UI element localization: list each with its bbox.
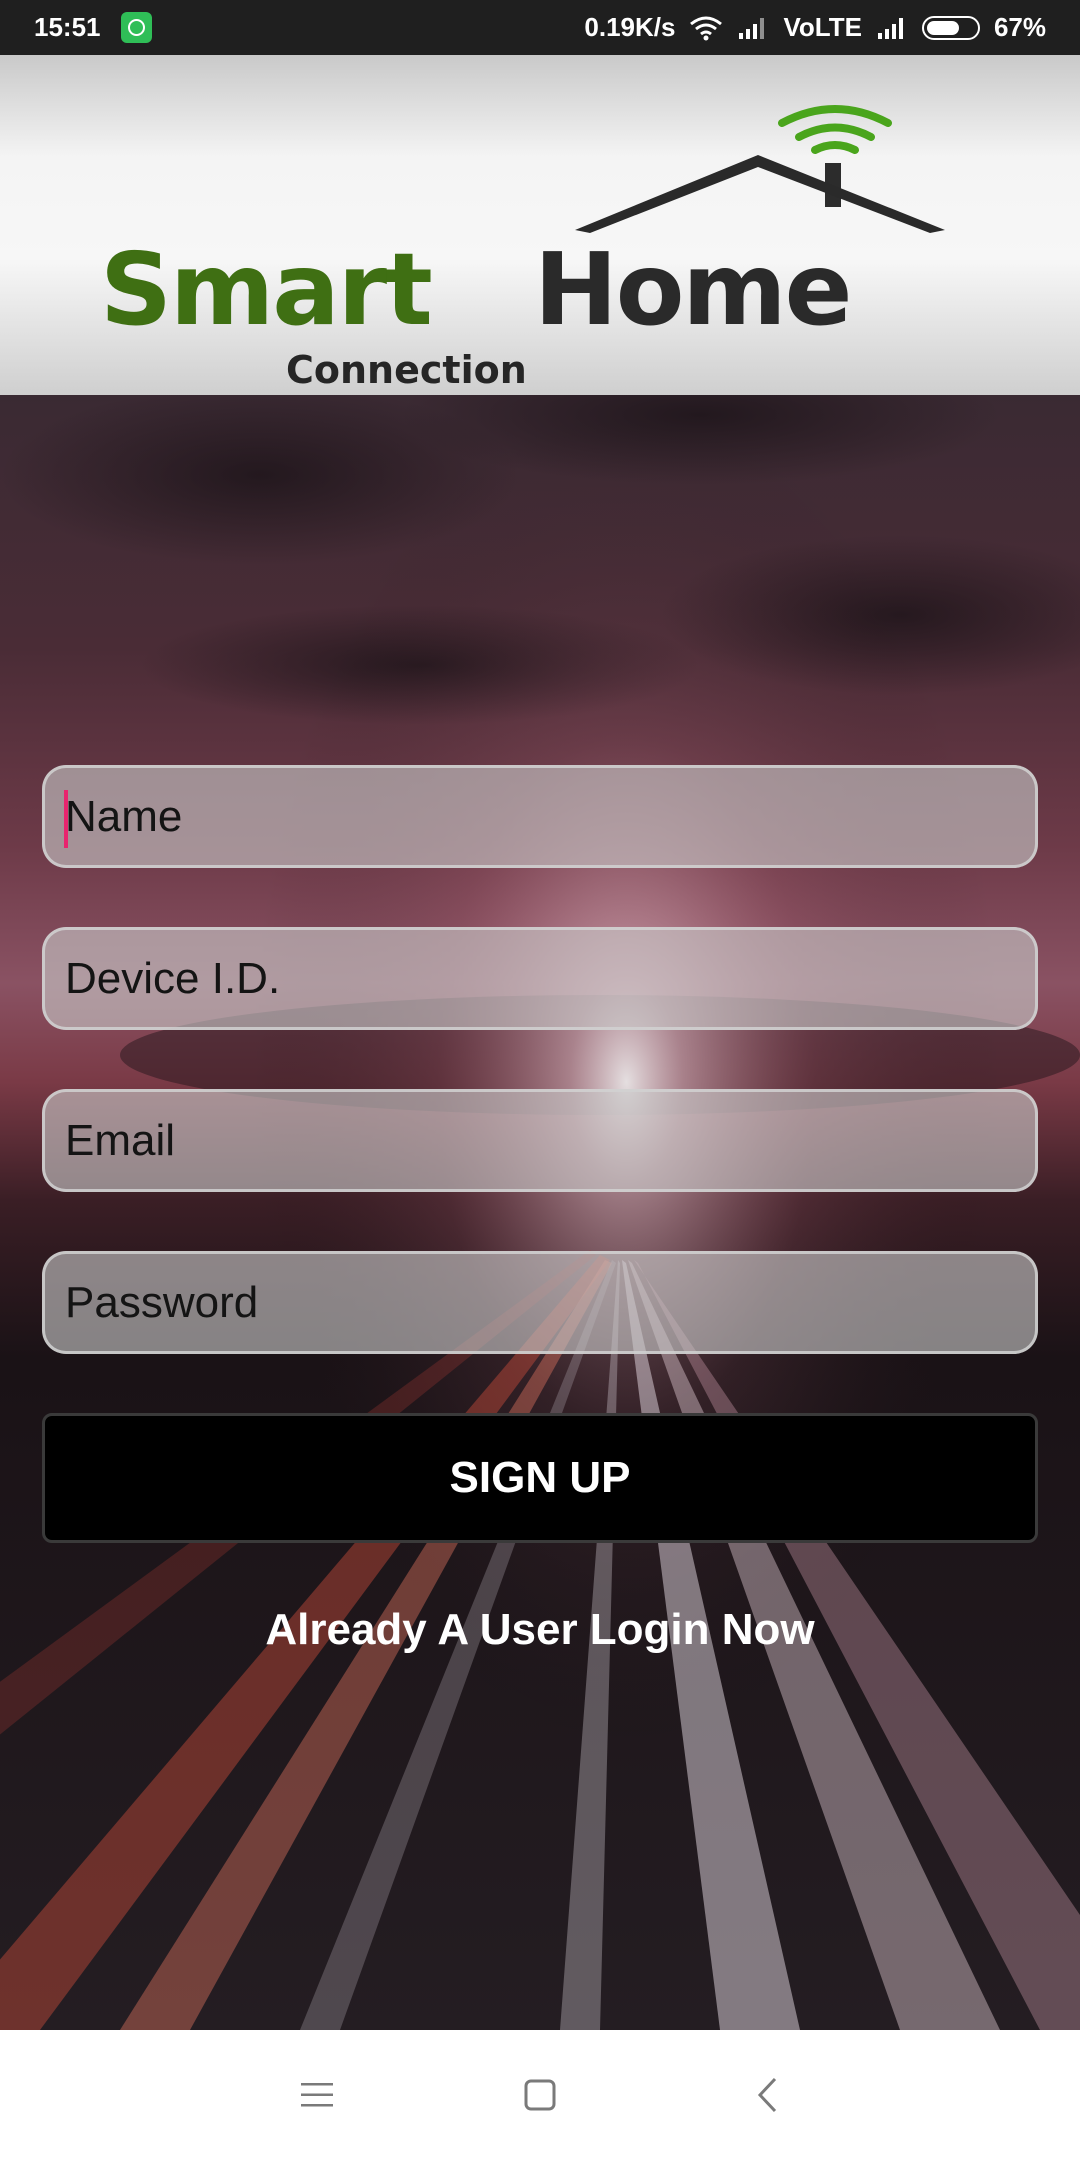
- email-field[interactable]: [42, 1089, 1038, 1192]
- status-indicators: 0.19K/s VoLTE 67%: [584, 12, 1046, 43]
- logo-header: Smart Home Connection: [0, 55, 1080, 395]
- logo-connection-text: Connection: [286, 348, 527, 392]
- status-time: 15:51: [34, 12, 101, 42]
- cellular-signal-2-icon: [877, 17, 903, 39]
- status-bar: 15:51 0.19K/s VoLTE 67%: [0, 0, 1080, 55]
- logo-smart-text: Smart: [100, 231, 433, 348]
- menu-button[interactable]: [287, 2065, 347, 2125]
- battery-level: [926, 20, 959, 35]
- sign-up-button[interactable]: SIGN UP: [42, 1413, 1038, 1543]
- navigation-bar: [0, 2030, 1080, 2160]
- device-id-input[interactable]: [65, 930, 1015, 1027]
- network-type: VoLTE: [783, 12, 862, 42]
- home-button[interactable]: [510, 2065, 570, 2125]
- wifi-icon: [690, 16, 723, 40]
- text-cursor: [64, 790, 68, 848]
- battery-percent: 67%: [993, 12, 1046, 42]
- network-speed: 0.19K/s: [584, 12, 676, 42]
- name-input[interactable]: [65, 768, 1015, 865]
- name-field[interactable]: [42, 765, 1038, 868]
- back-button[interactable]: [737, 2065, 797, 2125]
- email-input[interactable]: [65, 1092, 1015, 1189]
- password-field[interactable]: [42, 1251, 1038, 1354]
- login-link[interactable]: Already A User Login Now: [0, 1605, 1080, 1655]
- cellular-signal-icon: [739, 17, 765, 39]
- home-square-icon: [524, 2079, 556, 2111]
- menu-icon: [301, 2083, 333, 2107]
- logo-home-text: Home: [534, 231, 852, 348]
- battery-icon: [921, 15, 980, 40]
- password-input[interactable]: [65, 1254, 1015, 1351]
- whatsapp-icon: [121, 12, 152, 43]
- device-id-field[interactable]: [42, 927, 1038, 1030]
- back-chevron-icon: [757, 2077, 777, 2113]
